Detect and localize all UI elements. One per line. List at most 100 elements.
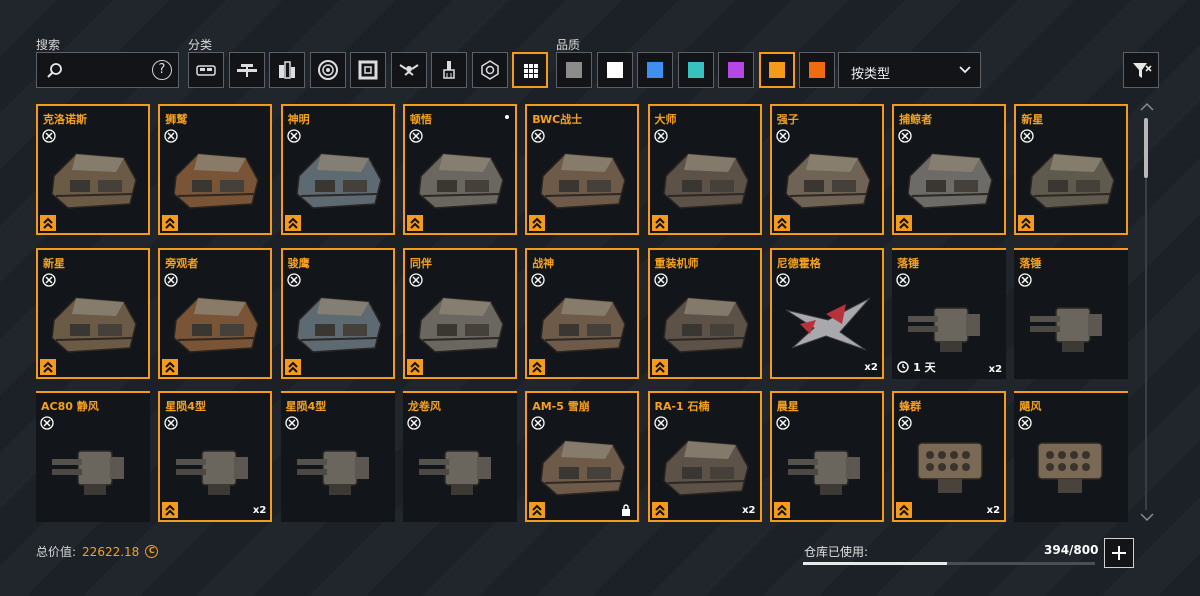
rank-chevron-icon <box>406 215 423 231</box>
inventory-item-card[interactable]: 尼德霍格 x2 <box>769 247 884 379</box>
inventory-item-card[interactable]: 晨星 <box>769 391 884 522</box>
total-amount: 22622.18 <box>82 544 140 559</box>
sort-selected: 按类型 <box>851 67 891 82</box>
inventory-item-card[interactable]: 星陨4型 <box>280 391 395 522</box>
cabin-part-image <box>418 296 504 353</box>
inventory-item-card[interactable]: 飓风 <box>1014 391 1129 522</box>
inventory-item-card[interactable]: 捕鲸者 <box>892 104 1007 235</box>
scrollbar-thumb[interactable] <box>1144 118 1148 178</box>
inventory-item-card[interactable]: 狮鹫 <box>158 104 273 235</box>
quality-swatch <box>728 62 744 78</box>
inventory-item-card[interactable]: 落锤 1 天 x2 <box>892 247 1007 379</box>
frame-icon <box>236 64 257 77</box>
inventory-item-card[interactable]: 同伴 <box>402 247 517 379</box>
item-name: 晨星 <box>776 400 799 413</box>
inventory-item-card[interactable]: 神明 <box>280 104 395 235</box>
wheel-icon <box>317 60 338 80</box>
scroll-up-icon[interactable] <box>1140 102 1154 112</box>
quality-filter-4[interactable] <box>677 52 714 88</box>
rank-chevron-icon <box>529 502 546 518</box>
inventory-item-card[interactable]: AC80 静风 <box>36 391 150 522</box>
inventory-item-card[interactable]: 骏鹰 <box>280 247 395 379</box>
item-name: BWC战士 <box>532 113 583 126</box>
inventory-item-card[interactable]: 蜂群 x2 <box>892 391 1007 522</box>
launcher-part-image <box>1037 442 1104 493</box>
quality-swatch <box>606 62 623 78</box>
total-value: 总价值: 22622.18 C <box>36 543 159 560</box>
item-name: 同伴 <box>409 256 432 270</box>
inventory-item-card[interactable]: RA-1 石楠 x2 <box>647 391 762 522</box>
inventory-item-card[interactable]: 战神 <box>525 247 640 379</box>
category-label: 分类 <box>188 38 213 52</box>
resource-icon <box>480 60 499 80</box>
inventory-item-card[interactable]: 新星 <box>36 247 150 379</box>
inventory-item-card[interactable]: 龙卷风 <box>402 391 517 522</box>
sort-dropdown[interactable]: 按类型 <box>838 52 981 88</box>
weapon-part-image <box>908 306 981 352</box>
inventory-item-card[interactable]: 旁观者 <box>158 247 273 379</box>
inventory-item-card[interactable]: 大师 <box>647 104 762 235</box>
inventory-item-card[interactable]: 顿悟 <box>402 104 517 235</box>
quality-swatch <box>809 62 825 78</box>
help-icon[interactable]: ? <box>152 60 172 80</box>
category-armor-button[interactable] <box>350 52 386 88</box>
category-paint-brush-button[interactable] <box>431 52 467 88</box>
category-ammo-button[interactable] <box>269 52 305 88</box>
item-name: 新星 <box>1021 113 1044 126</box>
category-wheel-button[interactable] <box>309 52 346 88</box>
clear-filter-button[interactable] <box>1123 52 1159 88</box>
expand-storage-button[interactable] <box>1104 538 1134 568</box>
quality-filter-3[interactable] <box>637 52 673 88</box>
quality-filter-6[interactable] <box>758 52 795 88</box>
cabin-part-image <box>295 296 382 353</box>
rank-chevron-icon <box>651 502 668 518</box>
cabin-part-image <box>418 153 504 209</box>
item-name: RA-1 石楠 <box>654 400 710 413</box>
item-count: x2 <box>252 505 267 516</box>
category-drone-button[interactable] <box>390 52 427 88</box>
category-cabin-button[interactable] <box>188 52 224 88</box>
item-name: 龙卷风 <box>407 400 441 413</box>
weapon-part-image <box>52 450 124 495</box>
cabin-part-image <box>662 296 749 353</box>
cabin-part-image <box>1029 153 1116 209</box>
quality-filter-7[interactable] <box>799 52 835 88</box>
rank-chevron-icon <box>162 215 179 231</box>
inventory-item-card[interactable]: BWC战士 <box>525 104 640 235</box>
inventory-item-card[interactable]: AM-5 雪崩 <box>525 391 640 522</box>
weapon-part-image <box>296 450 369 495</box>
item-name: 重装机师 <box>654 256 699 270</box>
rank-chevron-icon <box>162 358 179 375</box>
inventory-item-card[interactable]: 落锤 <box>1014 247 1129 379</box>
rank-chevron-icon <box>896 502 913 518</box>
armor-icon <box>358 60 378 80</box>
weapon-part-image <box>1030 306 1103 352</box>
category-frame-button[interactable] <box>228 52 265 88</box>
quality-filter-1[interactable] <box>556 52 592 88</box>
rank-chevron-icon <box>773 215 790 231</box>
scroll-down-icon[interactable] <box>1140 512 1154 522</box>
total-label: 总价值: <box>36 545 77 559</box>
item-name: 骏鹰 <box>287 256 310 270</box>
category-resource-button[interactable] <box>471 52 508 88</box>
category-grid-all-button[interactable] <box>512 52 548 88</box>
inventory-item-card[interactable]: 克洛诺斯 <box>36 104 150 235</box>
cabin-part-image <box>662 440 749 496</box>
quality-label: 品质 <box>556 38 581 52</box>
inventory-item-card[interactable]: 强子 <box>769 104 884 235</box>
item-count: x2 <box>864 361 878 373</box>
inventory-item-card[interactable]: 新星 <box>1014 104 1129 235</box>
quality-filter-2[interactable] <box>596 52 633 88</box>
storage-label: 仓库已使用: <box>804 545 869 559</box>
quality-swatch <box>768 62 785 78</box>
cabin-part-image <box>51 153 137 209</box>
inventory-item-card[interactable]: 星陨4型 x2 <box>158 391 273 522</box>
cabin-part-image <box>173 153 260 209</box>
weapon-part-image <box>787 450 860 495</box>
inventory-item-card[interactable]: 重装机师 <box>647 247 762 379</box>
item-name: 尼德霍格 <box>776 256 821 270</box>
clock-icon <box>897 360 909 373</box>
storage-progress-bar <box>803 562 1095 565</box>
search-input[interactable]: ? <box>36 52 179 88</box>
quality-filter-5[interactable] <box>718 52 754 88</box>
